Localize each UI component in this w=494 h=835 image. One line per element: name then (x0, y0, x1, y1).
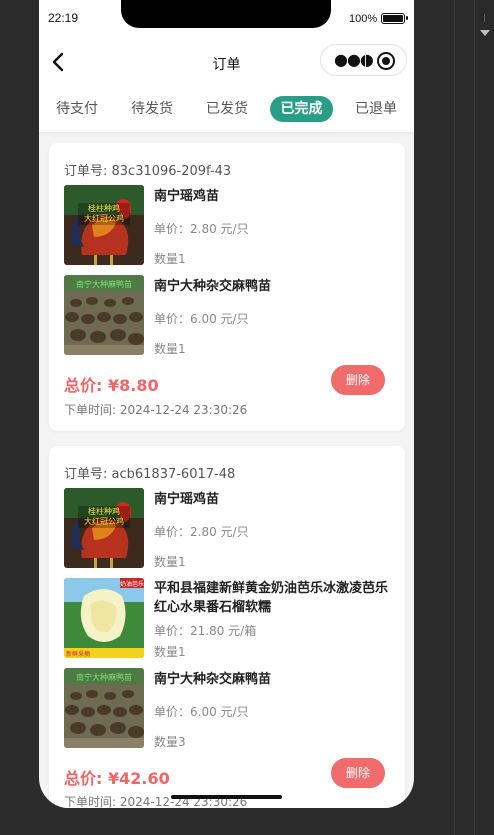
product-image-rooster[interactable]: 桂柱种鸡 大红冠公鸡 (64, 185, 144, 265)
svg-text:新鲜采摘: 新鲜采摘 (66, 650, 90, 658)
tab-pending-shipment[interactable]: 待发货 (124, 96, 180, 122)
product-image-guava[interactable]: 奶油芭乐 新鲜采摘 (64, 578, 144, 658)
product-name[interactable]: 南宁瑶鸡苗 (154, 187, 394, 206)
product-image-ducks[interactable]: 南宁大种麻鸭苗 (64, 275, 144, 355)
product-price: 单价：2.80 元/只 (154, 222, 249, 236)
product-quantity: 数量1 (154, 555, 186, 569)
order-card: 订单号: 83c31096-209f-43 桂柱种鸡 大红冠公鸡 南宁瑶鸡苗 单… (49, 143, 405, 431)
product-image-ducks[interactable]: 南宁大种麻鸭苗 (64, 668, 144, 748)
order-card: 订单号: acb61837-6017-48 桂柱种鸡 大红冠公鸡 南宁瑶鸡苗 单… (49, 446, 405, 808)
delete-order-button[interactable]: 删除 (331, 365, 385, 395)
product-price: 单价：21.80 元/箱 (154, 624, 257, 638)
svg-text:奶油芭乐: 奶油芭乐 (120, 580, 144, 588)
editor-scrollbar[interactable] (474, 0, 494, 835)
close-program-icon[interactable] (377, 52, 395, 70)
svg-text:桂柱种鸡: 桂柱种鸡 (88, 506, 120, 516)
home-indicator (171, 795, 282, 799)
mini-program-capsule: ●●● (320, 44, 407, 76)
order-total: 总价: ¥42.60 (64, 769, 170, 788)
product-name[interactable]: 南宁大种杂交麻鸭苗 (154, 670, 394, 689)
product-quantity: 数量1 (154, 342, 186, 356)
svg-text:大红冠公鸡: 大红冠公鸡 (84, 516, 124, 526)
svg-text:桂柱种鸡: 桂柱种鸡 (88, 203, 120, 213)
delete-order-button[interactable]: 删除 (331, 758, 385, 788)
navigation-bar: 订单 ●●● (39, 38, 414, 84)
tab-shipped[interactable]: 已发货 (199, 96, 255, 122)
svg-text:大红冠公鸡: 大红冠公鸡 (84, 213, 124, 223)
product-price: 单价：6.00 元/只 (154, 705, 249, 719)
phone-screen: 22:19 100% 订单 ●●● 待支付 待发货 已发货 已完成 已退单 订单… (39, 0, 414, 808)
svg-text:南宁大种麻鸭苗: 南宁大种麻鸭苗 (76, 279, 132, 289)
status-time: 22:19 (48, 11, 79, 25)
battery-percent: 100% (349, 13, 378, 25)
product-image-rooster[interactable]: 桂柱种鸡 大红冠公鸡 (64, 488, 144, 568)
scroll-down-arrow-icon[interactable] (480, 30, 490, 36)
product-price: 单价：6.00 元/只 (154, 312, 249, 326)
panel-divider (454, 0, 455, 835)
more-menu-icon[interactable]: ●●● (334, 52, 374, 68)
battery-icon (381, 13, 408, 24)
product-name[interactable]: 南宁大种杂交麻鸭苗 (154, 277, 394, 296)
svg-text:南宁大种麻鸭苗: 南宁大种麻鸭苗 (76, 672, 132, 682)
order-number: 订单号: acb61837-6017-48 (64, 467, 236, 482)
product-price: 单价：2.80 元/只 (154, 525, 249, 539)
tab-pending-payment[interactable]: 待支付 (49, 96, 105, 122)
product-name[interactable]: 平和县福建新鲜黄金奶油芭乐冰激凌芭乐红心水果番石榴软糯 (154, 579, 394, 617)
tab-completed[interactable]: 已完成 (270, 96, 333, 122)
order-status-tabs: 待支付 待发货 已发货 已完成 已退单 (39, 84, 414, 132)
order-time: 下单时间: 2024-12-24 23:30:26 (64, 403, 248, 417)
product-quantity: 数量1 (154, 645, 186, 659)
camera-notch (121, 0, 331, 28)
order-number: 订单号: 83c31096-209f-43 (64, 164, 232, 179)
capsule-divider (365, 53, 366, 69)
tab-refunded[interactable]: 已退单 (348, 96, 404, 122)
scrollbar-track-mark (484, 14, 485, 22)
product-name[interactable]: 南宁瑶鸡苗 (154, 490, 394, 509)
product-quantity: 数量3 (154, 735, 186, 749)
product-quantity: 数量1 (154, 252, 186, 266)
order-total: 总价: ¥8.80 (64, 376, 159, 395)
